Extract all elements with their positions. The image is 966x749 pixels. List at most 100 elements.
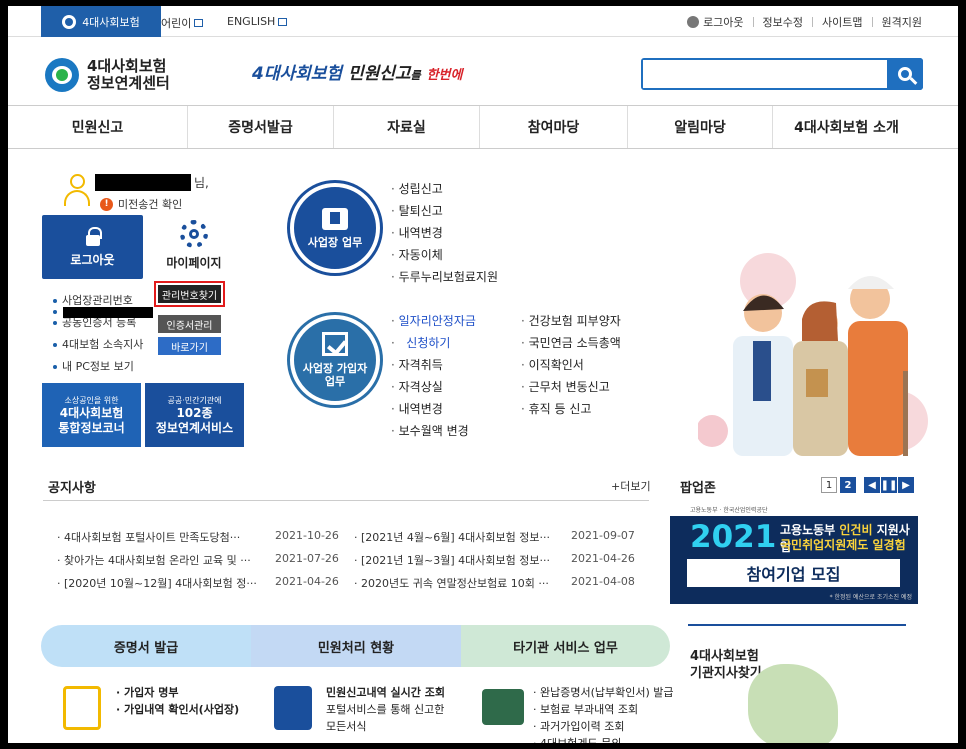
agency-link[interactable]: 4대보험계도 문의 [533, 735, 674, 743]
next-arrow-icon[interactable]: ▶ [898, 477, 914, 493]
search-button[interactable] [887, 58, 923, 90]
service-link-employment-fund[interactable]: 일자리안정자금 [391, 310, 476, 332]
branch-finder[interactable]: 4대사회보험 기관지사찾기 [690, 648, 762, 682]
search-box [641, 58, 923, 90]
edit-info-link[interactable]: 정보수정 [763, 14, 803, 30]
popup-banner[interactable]: 고용노동부 · 한국산업인력공단 2021 고용노동부 인건비 지원사업 국민취… [670, 503, 918, 604]
cert-link-history[interactable]: 가입내역 확인서(사업장) [116, 701, 239, 718]
banner-small-text: 소상공인을 위한 [64, 395, 119, 405]
quick-link-pc-info[interactable]: 내 PC정보 보기 [53, 356, 143, 378]
notice-row[interactable]: 찾아가는 4대사회보험 온라인 교육 및 ···2021-07-26 [57, 552, 339, 568]
logo-line1: 4대사회보험 [87, 57, 167, 75]
book-icon [322, 207, 348, 230]
remote-support-link[interactable]: 원격지원 [882, 14, 922, 30]
member-service-circle[interactable]: 사업장 가입자 업무 [290, 315, 380, 405]
agency-link[interactable]: 과거가입이력 조회 [533, 718, 674, 735]
service-link[interactable]: 성립신고 [391, 178, 498, 200]
member-service-list-2: 건강보험 피부양자 국민연금 소득총액 이직확인서 근무처 변동신고 휴직 등 … [521, 310, 621, 420]
agency-link[interactable]: 완납증명서(납부확인서) 발급 [533, 684, 674, 701]
korea-map-image[interactable] [748, 664, 838, 743]
unlock-icon [85, 226, 102, 247]
document-list-icon [63, 686, 101, 730]
monitor-icon [482, 689, 524, 725]
sitemap-link[interactable]: 사이트맵 [822, 14, 862, 30]
find-number-button[interactable]: 관리번호찾기 [154, 281, 225, 307]
service-link[interactable]: 이직확인서 [521, 354, 621, 376]
quick-link-branch[interactable]: 4대보험 소속지사 [53, 334, 143, 356]
logo-icon [62, 14, 77, 29]
cert-link-roster[interactable]: 가입자 명부 [116, 684, 239, 701]
notice-row[interactable]: [2021년 1월~3월] 4대사회보험 정보···2021-04-26 [354, 552, 635, 568]
warning-icon: ! [100, 197, 113, 211]
workplace-service-list: 성립신고 탈퇴신고 내역변경 자동이체 두루누리보험료지원 [391, 178, 498, 288]
search-input[interactable] [643, 60, 883, 88]
logout-button[interactable]: 로그아웃 [42, 215, 143, 279]
page-2-button[interactable]: 2 [840, 477, 856, 493]
notice-more-link[interactable]: +더보기 [611, 478, 651, 494]
browser-page: 4대사회보험 어린이 ENGLISH 로그아웃 정보수정 사이트맵 원격지원 4… [8, 6, 958, 743]
unsent-check-link[interactable]: ! 미전송건 확인 [100, 196, 182, 212]
new-window-icon [278, 17, 288, 26]
banner-line2: 통합정보코너 [58, 420, 125, 435]
nav-item-about[interactable]: 4대사회보험 소개 [773, 106, 920, 148]
logout-link[interactable]: 로그아웃 [703, 14, 743, 30]
redacted-name [95, 174, 191, 191]
service-link[interactable]: 국민연금 소득총액 [521, 332, 621, 354]
notice-row[interactable]: [2020년 10월~12월] 4대사회보험 정···2021-04-26 [57, 575, 339, 591]
certificate-links: 가입자 명부 가입내역 확인서(사업장) [116, 684, 239, 718]
nav-item-participation[interactable]: 참여마당 [480, 106, 628, 148]
complaint-status-desc2: 모든서식 [326, 720, 367, 733]
nav-item-complaint[interactable]: 민원신고 [8, 106, 188, 148]
service-link[interactable]: 두루누리보험료지원 [391, 266, 498, 288]
notice-row[interactable]: 2020년도 귀속 연말정산보험료 10회 ···2021-04-08 [354, 575, 635, 591]
notice-date: 2021-07-26 [275, 552, 339, 565]
service-link[interactable]: 자격취득 [391, 354, 476, 376]
notice-title: 찾아가는 4대사회보험 온라인 교육 및 ··· [57, 552, 275, 568]
tab-certificate-issue[interactable]: 증명서 발급 [41, 625, 251, 667]
clipboard-check-icon [274, 686, 312, 730]
site-logo[interactable]: 4대사회보험 정보연계센터 [45, 58, 170, 92]
service-link[interactable]: 자동이체 [391, 244, 498, 266]
nav-item-library[interactable]: 자료실 [334, 106, 480, 148]
service-link[interactable]: 보수월액 변경 [391, 420, 476, 442]
tab-other-agency[interactable]: 타기관 서비스 업무 [461, 625, 670, 667]
nav-item-certificate[interactable]: 증명서발급 [188, 106, 334, 148]
tab-4insurance[interactable]: 4대사회보험 [41, 6, 161, 37]
name-suffix: 님, [194, 176, 209, 190]
service-link[interactable]: 건강보험 피부양자 [521, 310, 621, 332]
service-link[interactable]: 내역변경 [391, 398, 476, 420]
service-link[interactable]: 휴직 등 신고 [521, 398, 621, 420]
banner-linkage[interactable]: 공공·민간기관에 102종 정보연계서비스 [145, 383, 244, 447]
nav-item-notice[interactable]: 알림마당 [628, 106, 773, 148]
tab-complaint-status[interactable]: 민원처리 현황 [251, 625, 461, 667]
popup-pager: 1 2 ◀ ❚❚ ▶ [821, 477, 915, 493]
complaint-status-desc1: 포털서비스를 통해 신고한 [326, 703, 445, 716]
cert-manage-button[interactable]: 인증서관리 [158, 315, 221, 333]
logo-text: 4대사회보험 정보연계센터 [87, 58, 170, 92]
service-link[interactable]: 내역변경 [391, 222, 498, 244]
service-link[interactable]: 자격상실 [391, 376, 476, 398]
english-link[interactable]: ENGLISH [227, 15, 288, 28]
service-link[interactable]: 근무처 변동신고 [521, 376, 621, 398]
pause-icon[interactable]: ❚❚ [881, 477, 897, 493]
notice-row[interactable]: 4대사회보험 포털사이트 만족도당첨···2021-10-26 [57, 529, 339, 545]
notice-row[interactable]: [2021년 4월~6월] 4대사회보험 정보···2021-09-07 [354, 529, 635, 545]
banner-smallbiz[interactable]: 소상공인을 위한 4대사회보험 통합정보코너 [42, 383, 141, 447]
prev-arrow-icon[interactable]: ◀ [864, 477, 880, 493]
page-1-button[interactable]: 1 [821, 477, 837, 493]
notice-title: [2021년 1월~3월] 4대사회보험 정보··· [354, 552, 571, 568]
workplace-service-circle[interactable]: 사업장 업무 [290, 183, 380, 273]
banner-line2: 국민취업지원제도 일경험 [780, 538, 906, 552]
banner-line1: 4대사회보험 [59, 405, 124, 420]
banner-line2: 정보연계서비스 [155, 420, 234, 435]
kids-link[interactable]: 어린이 [161, 15, 204, 31]
complaint-status-block[interactable]: 민원신고내역 실시간 조회 포털서비스를 통해 신고한 모든서식 [326, 684, 445, 735]
service-link[interactable]: 탈퇴신고 [391, 200, 498, 222]
banner-line1: 102종 [176, 405, 213, 420]
agency-link[interactable]: 보험료 부과내역 조회 [533, 701, 674, 718]
shortcut-button[interactable]: 바로가기 [158, 337, 221, 355]
popup-zone-heading: 팝업존 [680, 481, 716, 496]
service-link-apply[interactable]: · 신청하기 [391, 332, 476, 354]
mypage-button[interactable]: 마이페이지 [148, 220, 240, 271]
divider [871, 17, 873, 27]
